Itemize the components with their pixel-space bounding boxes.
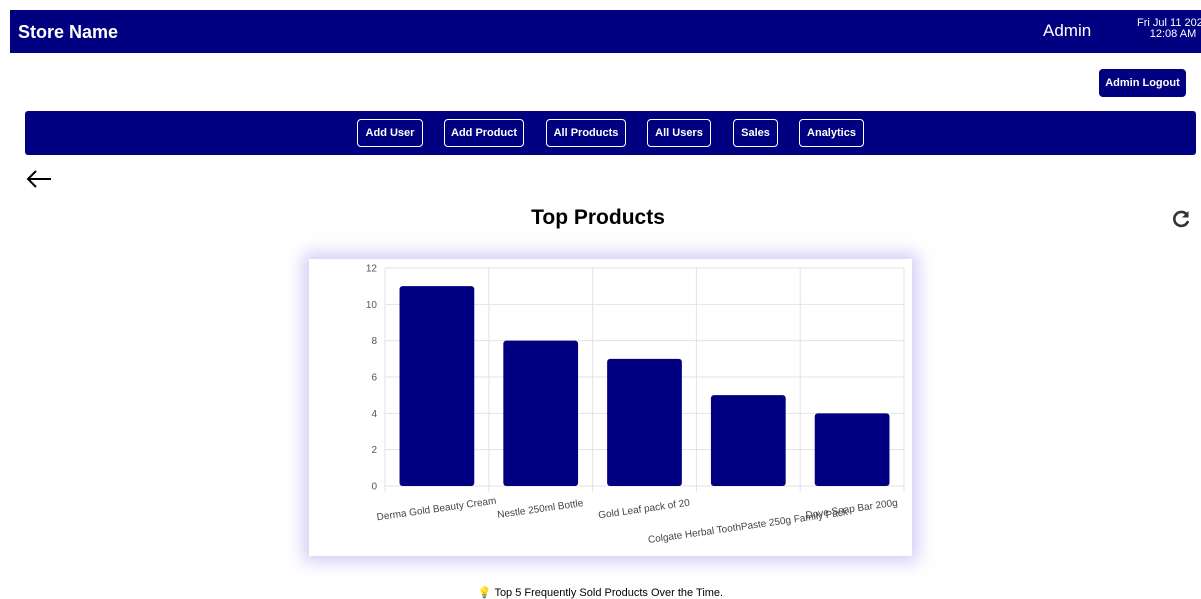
y-tick-label: 8 [371,336,377,347]
x-tick-label: Gold Leaf pack of 20 [598,498,691,522]
all-products-button[interactable]: All Products [546,119,626,147]
chart-caption: 💡 Top 5 Frequently Sold Products Over th… [477,587,724,599]
page-title: Top Products [531,206,665,229]
admin-logout-button[interactable]: Admin Logout [1099,69,1186,97]
y-tick-label: 10 [366,300,378,311]
bar-2 [503,340,579,486]
store-name: Store Name [18,22,119,42]
current-time: 12:08 AM [1149,28,1197,40]
x-tick-label: Nestle 250ml Bottle [497,498,585,521]
top-products-chart: 0 2 4 6 8 10 12 Derma Gold Beauty Cream Nestle 2… [309,259,912,556]
analytics-button[interactable]: Analytics [799,119,864,147]
datetime: Fri Jul 11 2025 12:08 AM [1135,18,1201,40]
y-tick-label: 2 [371,445,377,456]
sales-button[interactable]: Sales [733,119,778,147]
add-product-button[interactable]: Add Product [444,119,524,147]
y-tick-label: 0 [371,482,377,493]
add-user-button[interactable]: Add User [357,119,423,147]
bar-5 [814,413,890,486]
bar-1 [399,286,475,486]
nav-bar: Add User Add Product All Products All Us… [25,111,1196,155]
y-tick-label: 6 [371,373,377,384]
bar-3 [607,358,682,486]
x-tick-label: Derma Gold Beauty Cream [376,496,497,524]
back-arrow-icon[interactable] [25,165,53,193]
all-users-button[interactable]: All Users [647,119,711,147]
y-tick-label: 4 [371,409,377,420]
x-tick-label: Dove Soap Bar 200g [805,498,898,522]
bar-chart: 0 2 4 6 8 10 12 Derma Gold Beauty Cream Nestle 2… [366,264,905,546]
top-header: Store Name Admin Fri Jul 11 2025 12:08 A… [10,10,1201,53]
refresh-icon[interactable] [1171,209,1191,229]
bar-4 [710,395,786,486]
y-tick-label: 12 [366,264,378,275]
admin-user-label: Admin [1043,21,1092,40]
